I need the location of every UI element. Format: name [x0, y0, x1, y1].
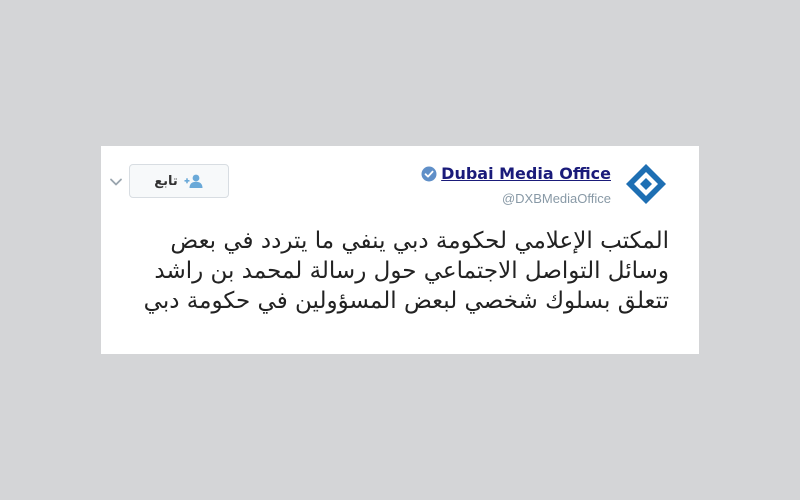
account-handle[interactable]: @DXBMediaOffice — [502, 191, 611, 206]
diamond-logo-icon[interactable] — [624, 162, 668, 206]
account-name-row: Dubai Media Office — [421, 164, 611, 183]
follow-button[interactable]: تابع — [129, 164, 229, 198]
display-name[interactable]: Dubai Media Office — [441, 164, 611, 183]
add-user-icon — [184, 174, 203, 188]
tweet-card: Dubai Media Office @DXBMediaOffice تابع … — [101, 146, 699, 354]
chevron-down-icon[interactable] — [109, 177, 123, 187]
verified-badge-icon — [421, 166, 437, 181]
follow-button-label: تابع — [154, 173, 178, 189]
tweet-text: المكتب الإعلامي لحكومة دبي ينفي ما يتردد… — [143, 228, 669, 314]
